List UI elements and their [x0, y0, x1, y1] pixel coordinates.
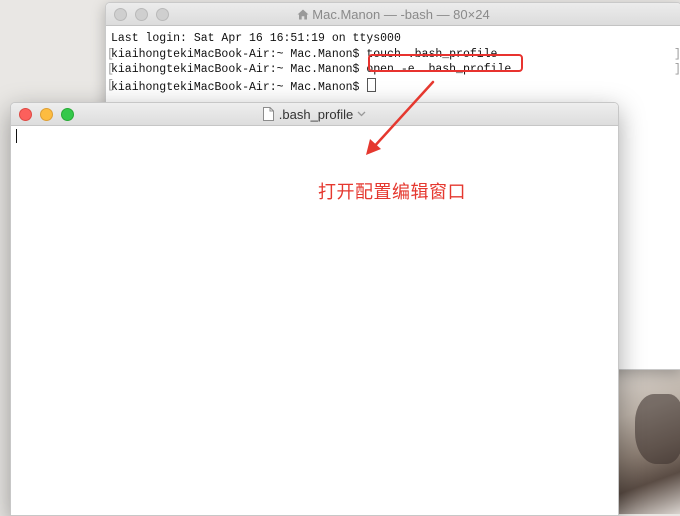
- text-caret: [16, 129, 17, 143]
- annotation-label: 打开配置编辑窗口: [318, 182, 466, 203]
- chevron-down-icon[interactable]: [357, 111, 366, 117]
- command-highlight-box: [368, 54, 523, 72]
- terminal-titlebar[interactable]: Mac.Manon — -bash — 80×24: [106, 3, 680, 26]
- terminal-title-text: Mac.Manon — -bash — 80×24: [312, 7, 490, 22]
- document-icon: [262, 107, 274, 121]
- desktop-background: [617, 368, 680, 514]
- textedit-title-text: .bash_profile: [278, 107, 354, 122]
- terminal-cursor: [367, 77, 377, 92]
- textedit-window[interactable]: .bash_profile: [10, 102, 619, 516]
- terminal-title: Mac.Manon — -bash — 80×24: [106, 7, 680, 22]
- terminal-line: Last login: Sat Apr 16 16:51:19 on ttys0…: [111, 32, 401, 45]
- textedit-title[interactable]: .bash_profile: [11, 107, 618, 122]
- textedit-titlebar[interactable]: .bash_profile: [11, 103, 618, 126]
- terminal-prompt-line: [kiaihongtekiMacBook-Air:~ Mac.Manon$: [107, 77, 680, 94]
- home-icon: [297, 9, 309, 20]
- text-editing-area[interactable]: [11, 126, 618, 515]
